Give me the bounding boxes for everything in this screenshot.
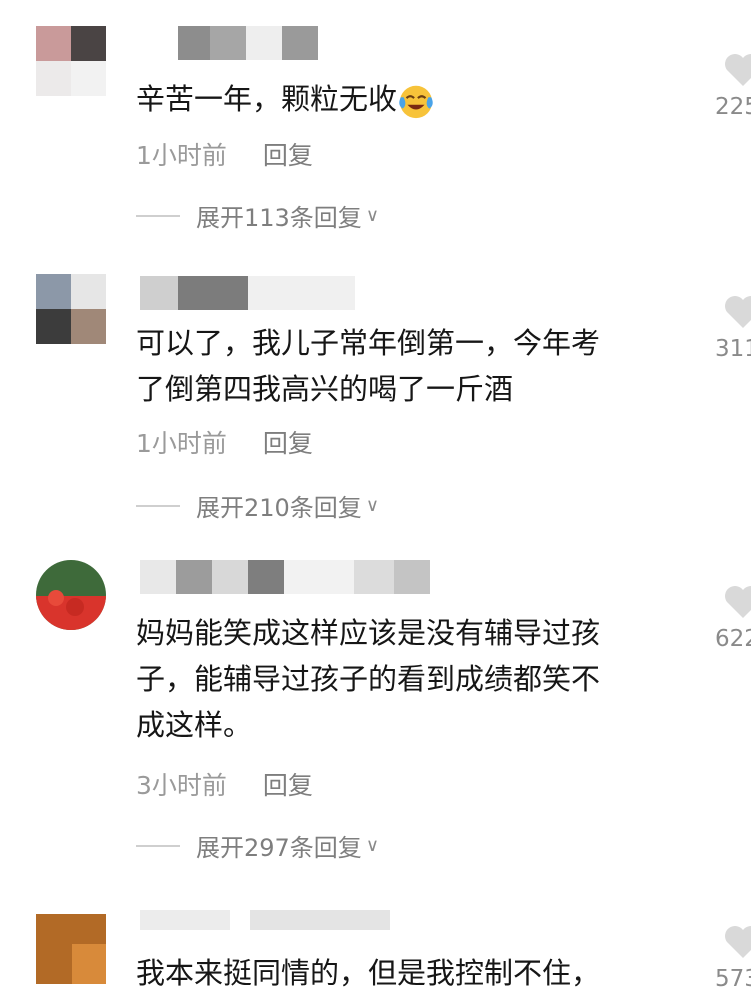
username-blurred[interactable] (140, 560, 430, 594)
comment-text-line: 成这样。 (136, 708, 253, 742)
crying-laughing-emoji-icon (399, 85, 433, 119)
comment-time: 1小时前 (136, 429, 227, 458)
comment-time: 1小时前 (136, 141, 227, 170)
like-count: 311 (715, 336, 751, 362)
expand-replies-label: 展开113条回复 (196, 204, 362, 232)
like-count: 225 (715, 94, 751, 120)
comment-meta: 1小时前 回复 (136, 424, 313, 460)
comment-time: 3小时前 (136, 771, 227, 800)
reply-button[interactable]: 回复 (263, 429, 313, 458)
expand-replies-button[interactable]: 展开297条回复 ∨ (136, 828, 379, 863)
comment-text: 妈妈能笑成这样应该是没有辅导过孩 子，能辅导过孩子的看到成绩都笑不 成这样。 (136, 610, 676, 748)
comment-text: 辛苦一年，颗粒无收 (136, 76, 676, 122)
heart-icon (725, 296, 751, 328)
divider-line (136, 504, 180, 507)
comment-text: 可以了，我儿子常年倒第一，今年考 了倒第四我高兴的喝了一斤酒 (136, 320, 676, 412)
avatar[interactable] (36, 560, 106, 630)
comment-text-line: 了倒第四我高兴的喝了一斤酒 (136, 372, 514, 406)
reply-button[interactable]: 回复 (263, 141, 313, 170)
chevron-down-icon: ∨ (365, 835, 379, 856)
heart-icon (725, 926, 751, 958)
heart-icon (725, 54, 751, 86)
comment-meta: 1小时前 回复 (136, 136, 313, 172)
reply-button[interactable]: 回复 (263, 771, 313, 800)
avatar[interactable] (36, 26, 106, 96)
comment-text-line: 妈妈能笑成这样应该是没有辅导过孩 (136, 616, 601, 650)
comment-meta: 3小时前 回复 (136, 766, 313, 802)
username-blurred[interactable] (140, 910, 390, 930)
like-button[interactable]: 573 (715, 924, 751, 992)
avatar[interactable] (36, 274, 106, 344)
chevron-down-icon: ∨ (365, 495, 379, 516)
like-count: 622 (715, 626, 751, 652)
divider-line (136, 214, 180, 217)
comment-text-line: 我本来挺同情的，但是我控制不住， (136, 956, 601, 990)
comment-text-line: 子，能辅导过孩子的看到成绩都笑不 (136, 662, 601, 696)
like-count: 573 (715, 966, 751, 992)
avatar[interactable] (36, 914, 106, 984)
comment-text-line: 可以了，我儿子常年倒第一，今年考 (136, 326, 601, 360)
chevron-down-icon: ∨ (365, 205, 379, 226)
username-blurred[interactable] (140, 276, 355, 310)
expand-replies-label: 展开297条回复 (196, 834, 362, 862)
expand-replies-button[interactable]: 展开113条回复 ∨ (136, 198, 379, 233)
like-button[interactable]: 311 (715, 294, 751, 362)
like-button[interactable]: 622 (715, 584, 751, 652)
username-blurred[interactable] (178, 26, 318, 60)
comment-text: 我本来挺同情的，但是我控制不住， (136, 950, 676, 996)
expand-replies-button[interactable]: 展开210条回复 ∨ (136, 488, 379, 523)
heart-icon (725, 586, 751, 618)
divider-line (136, 844, 180, 847)
like-button[interactable]: 225 (715, 52, 751, 120)
expand-replies-label: 展开210条回复 (196, 494, 362, 522)
